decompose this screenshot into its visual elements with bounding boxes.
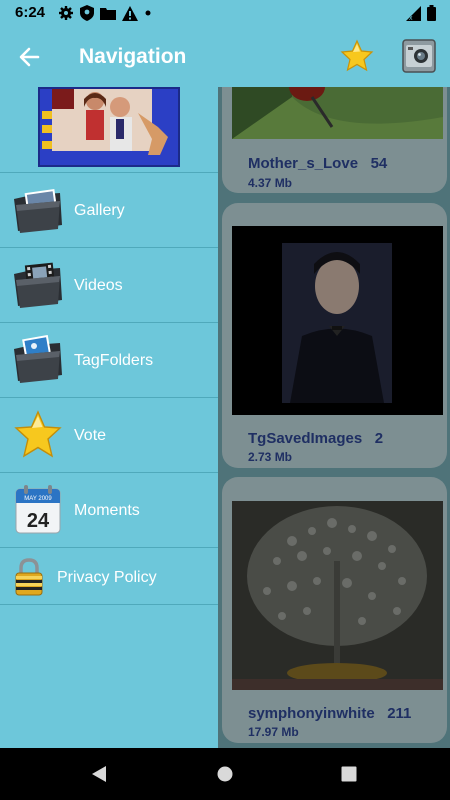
album-size: 4.37 Mb — [248, 176, 293, 190]
drawer-item-label: Vote — [74, 427, 107, 444]
drawer-item-gallery[interactable]: Gallery — [0, 172, 218, 247]
album-size: 2.73 Mb — [248, 450, 293, 464]
navigation-drawer: Gallery Videos TagFolders Vote MAY 2009 … — [0, 87, 218, 748]
album-thumbnail — [232, 501, 443, 690]
back-button[interactable] — [16, 43, 44, 71]
status-system-icons: x — [406, 5, 436, 21]
drawer-item-label: Gallery — [74, 202, 125, 219]
favorite-button[interactable] — [340, 39, 374, 73]
camera-icon — [402, 39, 436, 73]
star-icon — [340, 39, 374, 72]
arrow-left-icon — [19, 47, 40, 67]
lock-icon — [15, 558, 43, 596]
dot-icon — [145, 10, 151, 16]
calendar-icon-day: 24 — [27, 510, 50, 532]
camera-button[interactable] — [402, 39, 436, 73]
album-thumbnail — [232, 226, 443, 415]
drawer-item-privacy-policy[interactable]: Privacy Policy — [0, 547, 218, 605]
tag-folder-icon — [14, 335, 62, 383]
album-card[interactable]: Mother_s_Love 54 4.37 Mb — [222, 87, 447, 193]
album-card[interactable]: symphonyinwhite 211 17.97 Mb — [222, 477, 447, 743]
star-icon — [14, 410, 62, 458]
album-thumbnail — [232, 87, 443, 139]
drawer-item-label: TagFolders — [74, 352, 154, 369]
drawer-item-vote[interactable]: Vote — [0, 397, 218, 472]
system-navigation-bar — [0, 748, 450, 800]
drawer-item-moments[interactable]: MAY 2009 24 Moments — [0, 472, 218, 547]
recents-nav-button[interactable] — [341, 766, 357, 782]
warning-icon — [122, 5, 138, 21]
album-title: Mother_s_Love 54 — [248, 155, 388, 172]
status-bar: 6:24 x — [0, 0, 450, 27]
svg-text:x: x — [409, 15, 413, 21]
status-notification-icons — [58, 5, 152, 21]
page-title: Navigation — [79, 45, 187, 68]
drawer-item-label: Privacy Policy — [57, 569, 157, 586]
drawer-item-label: Moments — [74, 502, 140, 519]
signal-icon: x — [406, 5, 421, 21]
drawer-header-image — [38, 87, 180, 167]
folder-icon — [100, 8, 116, 20]
album-size: 17.97 Mb — [248, 725, 299, 739]
album-title: TgSavedImages 2 — [248, 430, 384, 447]
calendar-icon: MAY 2009 24 — [15, 485, 61, 534]
calendar-icon-month: MAY 2009 — [24, 496, 52, 502]
shield-icon — [80, 5, 94, 21]
settings-icon — [59, 6, 73, 20]
album-card[interactable]: TgSavedImages 2 2.73 Mb — [222, 203, 447, 468]
album-title: symphonyinwhite 211 — [248, 705, 412, 722]
status-time: 6:24 — [15, 4, 46, 21]
app-bar: Navigation — [0, 27, 450, 87]
drawer-item-label: Videos — [74, 277, 123, 294]
battery-icon — [427, 5, 436, 21]
gallery-folder-icon — [14, 189, 62, 233]
video-folder-icon — [14, 262, 62, 308]
home-nav-button[interactable] — [217, 766, 233, 782]
drawer-item-videos[interactable]: Videos — [0, 247, 218, 322]
back-nav-button[interactable] — [91, 766, 107, 782]
drawer-item-tagfolders[interactable]: TagFolders — [0, 322, 218, 397]
